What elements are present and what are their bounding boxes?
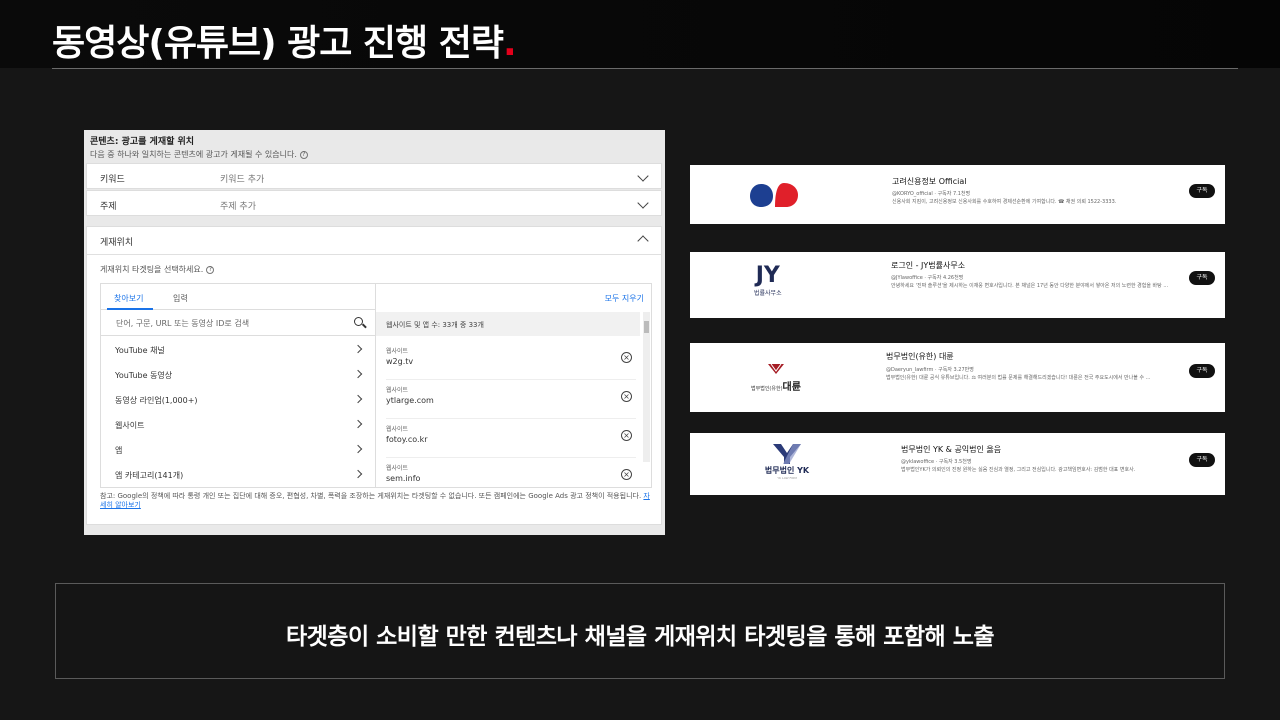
scrollbar[interactable] (643, 312, 650, 462)
channel-name: 고려신용정보 Official (892, 177, 967, 186)
topic-value: 주제 추가 (220, 202, 256, 212)
keyword-row[interactable]: 키워드 키워드 추가 (86, 163, 662, 189)
channel-meta: @KORYO_official · 구독자 7.1천명 (892, 191, 971, 197)
content-header-title: 콘텐츠: 광고를 게재할 위치 (90, 137, 195, 147)
channel-desc: 법무법인(유한) 대륜 공식 유튜브입니다. ⚖ 여러분의 법률 문제를 해결해… (886, 375, 1151, 381)
chevron-up-icon[interactable] (637, 235, 649, 247)
search-icon[interactable] (354, 317, 363, 326)
selected-count: 웹사이트 및 앱 수: 33개 중 33개 (376, 312, 640, 336)
title-divider (52, 68, 1238, 69)
jy-logo: JY 법률사무소 (754, 263, 782, 298)
tab-browse[interactable]: 찾아보기 (114, 293, 143, 304)
selected-item: 웹사이트 ytlarge.com × (386, 381, 636, 419)
subscribe-button[interactable]: 구독 (1189, 184, 1215, 198)
remove-icon[interactable]: × (621, 391, 632, 402)
channel-desc: 신용사회 지킴이, 고려신용정보 신용사회를 수호하여 경제선순환에 기여합니다… (892, 199, 1117, 205)
selected-item: 웹사이트 sem.info × (386, 459, 636, 487)
placement-picker: 찾아보기 입력 단어, 구문, URL 또는 동영상 ID로 검색 YouTub… (100, 283, 652, 488)
channel-name: 법무법인 YK & 공익법인 옳음 (901, 445, 1002, 454)
slide-title: 동영상(유튜브) 광고 진행 전략. (52, 23, 517, 64)
list-item-youtube-video[interactable]: YouTube 동영상 (115, 369, 365, 381)
selected-pane: 모두 지우기 웹사이트 및 앱 수: 33개 중 33개 웹사이트 w2g.tv … (376, 284, 652, 487)
channel-meta: @Daeryun_lawfirm · 구독자 3.27만명 (886, 367, 974, 373)
remove-icon[interactable]: × (621, 352, 632, 363)
google-ads-placement-panel: 콘텐츠: 광고를 게재할 위치 다음 중 하나와 일치하는 콘텐츠에 광고가 게… (84, 130, 665, 535)
channel-name: 로그인 - JY법률사무소 (891, 261, 966, 270)
channel-card-daeryun[interactable]: 법무법인(유한)대륜 법무법인(유한) 대륜 @Daeryun_lawfirm … (690, 343, 1225, 412)
keyword-value: 키워드 추가 (220, 175, 265, 185)
help-icon[interactable]: ? (206, 265, 215, 274)
caption-text: 타겟층이 소비할 만한 컨텐츠나 채널을 게재위치 타겟팅을 통해 포함해 노출 (285, 624, 995, 650)
clear-all-link[interactable]: 모두 지우기 (605, 293, 644, 304)
chevron-right-icon (353, 369, 363, 379)
chevron-right-icon (353, 419, 363, 429)
channel-card-yk[interactable]: 법무법인 YK YK LAW FIRM 법무법인 YK & 공익법인 옳음 @y… (690, 433, 1225, 495)
yk-emblem-icon (773, 444, 801, 464)
content-header-sub: 다음 중 하나와 일치하는 콘텐츠에 광고가 게재될 수 있습니다.? (90, 149, 659, 160)
topic-row[interactable]: 주제 주제 추가 (86, 190, 662, 216)
chevron-down-icon[interactable] (637, 197, 649, 209)
remove-icon[interactable]: × (621, 469, 632, 480)
chevron-right-icon (353, 469, 363, 479)
channel-card-jy[interactable]: JY 법률사무소 로그인 - JY법률사무소 @JYlawoffice · 구독… (690, 252, 1225, 318)
channel-meta: @JYlawoffice · 구독자 4.26천명 (891, 275, 964, 281)
subscribe-button[interactable]: 구독 (1189, 453, 1215, 467)
placement-sub: 게재위치 타겟팅을 선택하세요.? (100, 264, 215, 275)
list-item-video-lineup[interactable]: 동영상 라인업(1,000+) (115, 394, 365, 406)
subscribe-button[interactable]: 구독 (1189, 364, 1215, 378)
placement-label: 게재위치 (100, 238, 134, 248)
selected-item: 웹사이트 w2g.tv × (386, 342, 636, 380)
policy-note: 참고: Google의 정책에 따라 통령 개인 또는 집단에 대해 증오, 편… (100, 492, 650, 509)
channel-desc: 안녕하세요 '진짜 솔루션'을 제시하는 이재웅 변호사입니다. 본 채널은 1… (891, 283, 1169, 289)
channel-desc: 법무법인YK가 의뢰인의 진정 원하는 싫음 진심과 열정, 그리고 전심입니다… (901, 467, 1136, 473)
koryo-logo (750, 183, 798, 207)
remove-icon[interactable]: × (621, 430, 632, 441)
placement-section: 게재위치 게재위치 타겟팅을 선택하세요.? 찾아보기 입력 단어, 구문, U… (86, 226, 662, 525)
chevron-down-icon[interactable] (637, 170, 649, 182)
search-input[interactable]: 단어, 구문, URL 또는 동영상 ID로 검색 (101, 310, 375, 336)
daeryun-emblem-icon (768, 363, 784, 374)
help-icon[interactable]: ? (299, 150, 308, 159)
browse-pane: 찾아보기 입력 단어, 구문, URL 또는 동영상 ID로 검색 YouTub… (101, 284, 376, 487)
title-accent-dot: . (502, 23, 517, 64)
chevron-right-icon (353, 444, 363, 454)
chevron-right-icon (353, 394, 363, 404)
selected-item: 웹사이트 fotoy.co.kr × (386, 420, 636, 458)
chevron-right-icon (353, 344, 363, 354)
subscribe-button[interactable]: 구독 (1189, 271, 1215, 285)
caption-box: 타겟층이 소비할 만한 컨텐츠나 채널을 게재위치 타겟팅을 통해 포함해 노출 (55, 583, 1225, 679)
list-item-app[interactable]: 앱 (115, 444, 365, 456)
tab-enter[interactable]: 입력 (173, 293, 188, 304)
channel-card-koryo[interactable]: 고려신용정보 Official @KORYO_official · 구독자 7.… (690, 165, 1225, 224)
keyword-label: 키워드 (100, 175, 125, 185)
topic-label: 주제 (100, 202, 117, 212)
list-item-youtube-channel[interactable]: YouTube 채널 (115, 344, 365, 356)
daeryun-logo: 법무법인(유한)대륜 (738, 363, 814, 394)
channel-meta: @yklawoffice · 구독자 3.5천명 (901, 459, 972, 465)
channel-name: 법무법인(유한) 대륜 (886, 352, 954, 361)
list-item-website[interactable]: 웹사이트 (115, 419, 365, 431)
list-item-app-category[interactable]: 앱 카테고리(141개) (115, 469, 365, 481)
yk-logo: 법무법인 YK YK LAW FIRM (752, 443, 822, 480)
